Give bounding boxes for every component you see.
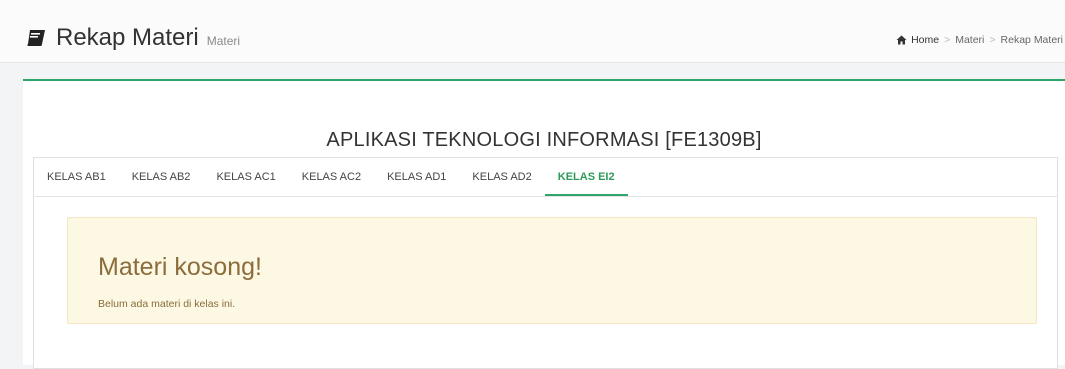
book-icon bbox=[27, 30, 45, 46]
course-title: APLIKASI TEKNOLOGI INFORMASI [FE1309B] bbox=[326, 129, 762, 151]
alert-title: Materi kosong! bbox=[98, 253, 262, 281]
breadcrumb-separator: > bbox=[944, 34, 951, 46]
home-icon bbox=[896, 35, 907, 45]
tab-kelas-ad2[interactable]: KELAS AD2 bbox=[459, 158, 544, 196]
breadcrumb-current: Rekap Materi bbox=[1000, 34, 1063, 46]
breadcrumb-materi[interactable]: Materi bbox=[955, 34, 984, 46]
tab-kelas-ei2[interactable]: KELAS EI2 bbox=[544, 158, 628, 196]
breadcrumb-home-label: Home bbox=[911, 34, 940, 46]
page-subtitle: Materi bbox=[206, 34, 241, 48]
tab-kelas-ac2[interactable]: KELAS AC2 bbox=[289, 158, 374, 196]
breadcrumb-home[interactable]: Home bbox=[896, 34, 939, 46]
class-tabs-box: KELAS AB1 KELAS AB2 KELAS AC1 KELAS AC2 … bbox=[33, 157, 1058, 369]
alert-text: Belum ada materi di kelas ini. bbox=[98, 298, 236, 310]
tab-kelas-ad1[interactable]: KELAS AD1 bbox=[374, 158, 459, 196]
tab-kelas-ab2[interactable]: KELAS AB2 bbox=[119, 158, 204, 196]
page-title: Rekap Materi Materi bbox=[26, 24, 240, 52]
page-title-text: Rekap Materi bbox=[56, 24, 199, 51]
breadcrumb: Home > Materi > Rekap Materi bbox=[896, 34, 1063, 46]
empty-material-alert: Materi kosong! Belum ada materi di kelas… bbox=[67, 217, 1037, 324]
tab-kelas-ac1[interactable]: KELAS AC1 bbox=[203, 158, 288, 196]
breadcrumb-separator: > bbox=[989, 34, 996, 46]
tab-kelas-ab1[interactable]: KELAS AB1 bbox=[34, 158, 119, 196]
page-header: Rekap Materi Materi Home > Materi > Reka… bbox=[0, 0, 1065, 63]
class-tabs: KELAS AB1 KELAS AB2 KELAS AC1 KELAS AC2 … bbox=[34, 158, 1057, 197]
